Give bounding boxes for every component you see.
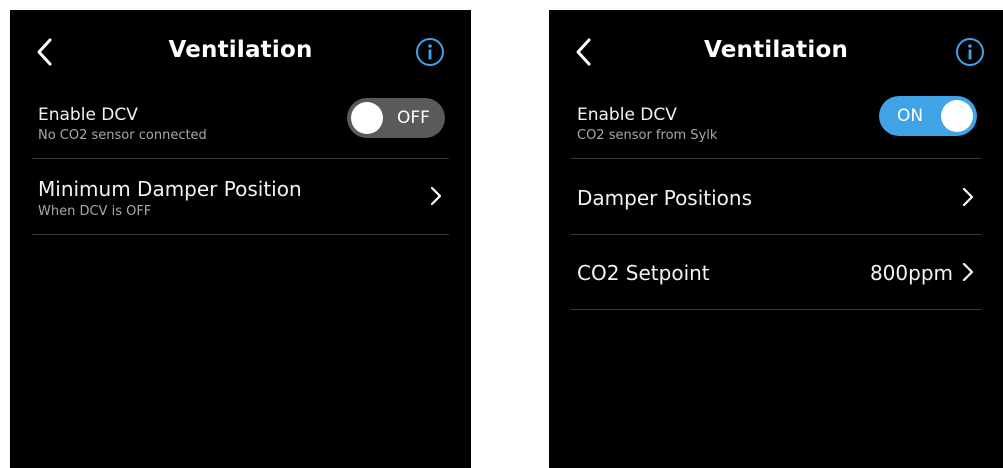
minimum-damper-position-row[interactable]: Minimum Damper Position When DCV is OFF xyxy=(32,159,449,235)
chevron-right-icon xyxy=(429,185,443,207)
enable-dcv-sublabel: CO2 sensor from Sylk xyxy=(577,128,718,143)
enable-dcv-row: Enable DCV No CO2 sensor connected OFF xyxy=(32,92,449,159)
enable-dcv-label: Enable DCV xyxy=(38,105,138,125)
toggle-knob xyxy=(941,100,973,132)
co2-setpoint-label: CO2 Setpoint xyxy=(577,261,710,285)
co2-setpoint-row[interactable]: CO2 Setpoint 800ppm xyxy=(571,235,981,310)
page-title: Ventilation xyxy=(168,37,313,63)
damper-positions-row[interactable]: Damper Positions xyxy=(571,159,981,235)
page-title: Ventilation xyxy=(703,37,849,63)
co2-setpoint-value: 800ppm xyxy=(869,261,953,285)
header: Ventilation xyxy=(549,10,1003,92)
toggle-state-label: ON xyxy=(897,106,924,126)
header: Ventilation xyxy=(10,10,471,92)
thermostat-screen-right: Ventilation Enable DCV CO2 sensor from S… xyxy=(549,10,1003,468)
info-icon xyxy=(956,38,984,66)
toggle-knob xyxy=(351,102,383,134)
info-button[interactable] xyxy=(415,37,445,67)
enable-dcv-label: Enable DCV xyxy=(577,105,677,125)
info-button[interactable] xyxy=(955,37,985,67)
enable-dcv-toggle[interactable]: OFF xyxy=(347,98,445,138)
thermostat-screen-left: Ventilation Enable DCV No CO2 sensor con… xyxy=(10,10,471,468)
minimum-damper-position-label: Minimum Damper Position xyxy=(38,177,302,201)
info-icon xyxy=(416,38,444,66)
chevron-right-icon xyxy=(961,261,975,283)
enable-dcv-toggle[interactable]: ON xyxy=(879,96,977,136)
minimum-damper-position-sublabel: When DCV is OFF xyxy=(38,204,152,219)
enable-dcv-row: Enable DCV CO2 sensor from Sylk ON xyxy=(571,92,981,159)
enable-dcv-sublabel: No CO2 sensor connected xyxy=(38,128,207,143)
chevron-right-icon xyxy=(961,186,975,208)
damper-positions-label: Damper Positions xyxy=(577,186,753,210)
toggle-state-label: OFF xyxy=(397,108,430,128)
